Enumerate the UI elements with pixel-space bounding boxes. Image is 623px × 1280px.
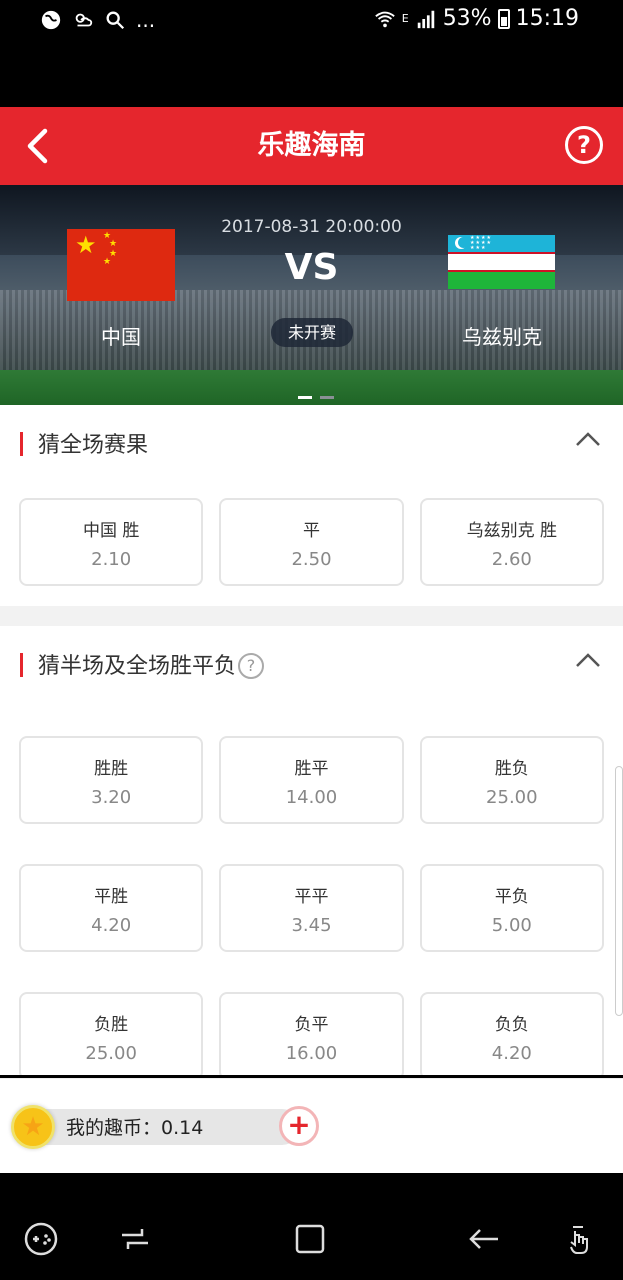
coin-balance: 我的趣币：0.14 <box>66 1117 204 1139</box>
question-icon[interactable]: ? <box>238 653 265 679</box>
bet-option-draw[interactable]: 平 2.50 <box>219 498 404 586</box>
bet-option-draw-win[interactable]: 平胜 4.20 <box>19 864 204 952</box>
bet-option-draw-draw[interactable]: 平平 3.45 <box>219 864 404 952</box>
game-tools-icon[interactable] <box>23 1221 59 1257</box>
half-full-options-row: 胜胜 3.20 胜平 14.00 胜负 25.00 <box>0 736 623 824</box>
stadium-pitch <box>0 370 623 405</box>
app-header: 乐趣海南 ? <box>0 107 623 185</box>
half-full-options-row: 负胜 25.00 负平 16.00 负负 4.20 <box>0 992 623 1075</box>
system-nav-bar <box>0 1173 623 1280</box>
coin-bar: ★ 我的趣币：0.14 + <box>0 1078 623 1173</box>
section-half-full-header[interactable]: 猜半场及全场胜平负? <box>0 626 623 702</box>
battery-icon <box>497 8 510 29</box>
home-icon[interactable] <box>292 1221 328 1257</box>
weather-icon <box>75 13 93 27</box>
page-title: 乐趣海南 <box>257 130 366 161</box>
away-team-name: 乌兹别克 <box>462 325 542 349</box>
bet-option-home-win[interactable]: 中国 胜 2.10 <box>19 498 204 586</box>
bet-option-win-lose[interactable]: 胜负 25.00 <box>419 736 604 824</box>
match-banner[interactable]: ★ ★ ★ ★ ★ ★★★★ ★★★★ ★★★ 2017-08-31 20:00:0… <box>0 185 623 405</box>
section-title: 猜全场赛果 <box>38 433 149 458</box>
globe-icon <box>41 10 61 30</box>
bet-option-win-draw[interactable]: 胜平 14.00 <box>219 736 404 824</box>
bet-option-draw-lose[interactable]: 平负 5.00 <box>419 864 604 952</box>
carousel-dot-active <box>298 396 312 399</box>
section-accent-bar <box>20 653 23 677</box>
recent-apps-icon[interactable] <box>117 1221 153 1257</box>
help-button[interactable]: ? <box>565 126 603 164</box>
carousel-indicator <box>298 396 334 399</box>
half-full-options-row: 平胜 4.20 平平 3.45 平负 5.00 <box>0 864 623 952</box>
bet-option-lose-draw[interactable]: 负平 16.00 <box>219 992 404 1075</box>
carousel-dot <box>320 396 334 399</box>
search-icon <box>106 11 125 30</box>
bet-option-lose-win[interactable]: 负胜 25.00 <box>19 992 204 1075</box>
wifi-icon <box>374 11 395 27</box>
more-notifications: ... <box>136 8 156 32</box>
bet-option-lose-lose[interactable]: 负负 4.20 <box>419 992 604 1075</box>
section-divider <box>0 606 623 626</box>
chevron-up-icon[interactable] <box>575 652 601 668</box>
section-accent-bar <box>20 432 23 456</box>
network-type: E <box>401 12 409 25</box>
vs-label: VS <box>284 247 339 288</box>
add-coins-button[interactable]: + <box>279 1106 319 1146</box>
back-icon[interactable] <box>466 1221 502 1257</box>
section-title: 猜半场及全场胜平负? <box>38 648 265 680</box>
scrollbar[interactable] <box>615 766 623 1016</box>
gesture-icon[interactable] <box>563 1221 599 1257</box>
bet-option-away-win[interactable]: 乌兹别克 胜 2.60 <box>419 498 604 586</box>
battery-percent: 53% <box>442 6 492 31</box>
full-result-options: 中国 胜 2.10 平 2.50 乌兹别克 胜 2.60 <box>0 498 623 586</box>
bet-option-win-win[interactable]: 胜胜 3.20 <box>19 736 204 824</box>
section-full-result-header[interactable]: 猜全场赛果 <box>0 405 623 481</box>
match-status-badge: 未开赛 <box>271 318 353 347</box>
star-coin-icon: ★ <box>11 1105 55 1149</box>
chevron-up-icon[interactable] <box>575 431 601 447</box>
signal-icon <box>417 10 434 28</box>
status-bar: ... E 53% 15:19 <box>0 0 623 44</box>
match-datetime: 2017-08-31 20:00:00 <box>221 217 402 237</box>
betting-content[interactable]: 猜全场赛果 中国 胜 2.10 平 2.50 乌兹别克 胜 2.60 猜半场及全… <box>0 405 623 1075</box>
clock: 15:19 <box>515 6 579 31</box>
home-team-name: 中国 <box>101 325 141 349</box>
